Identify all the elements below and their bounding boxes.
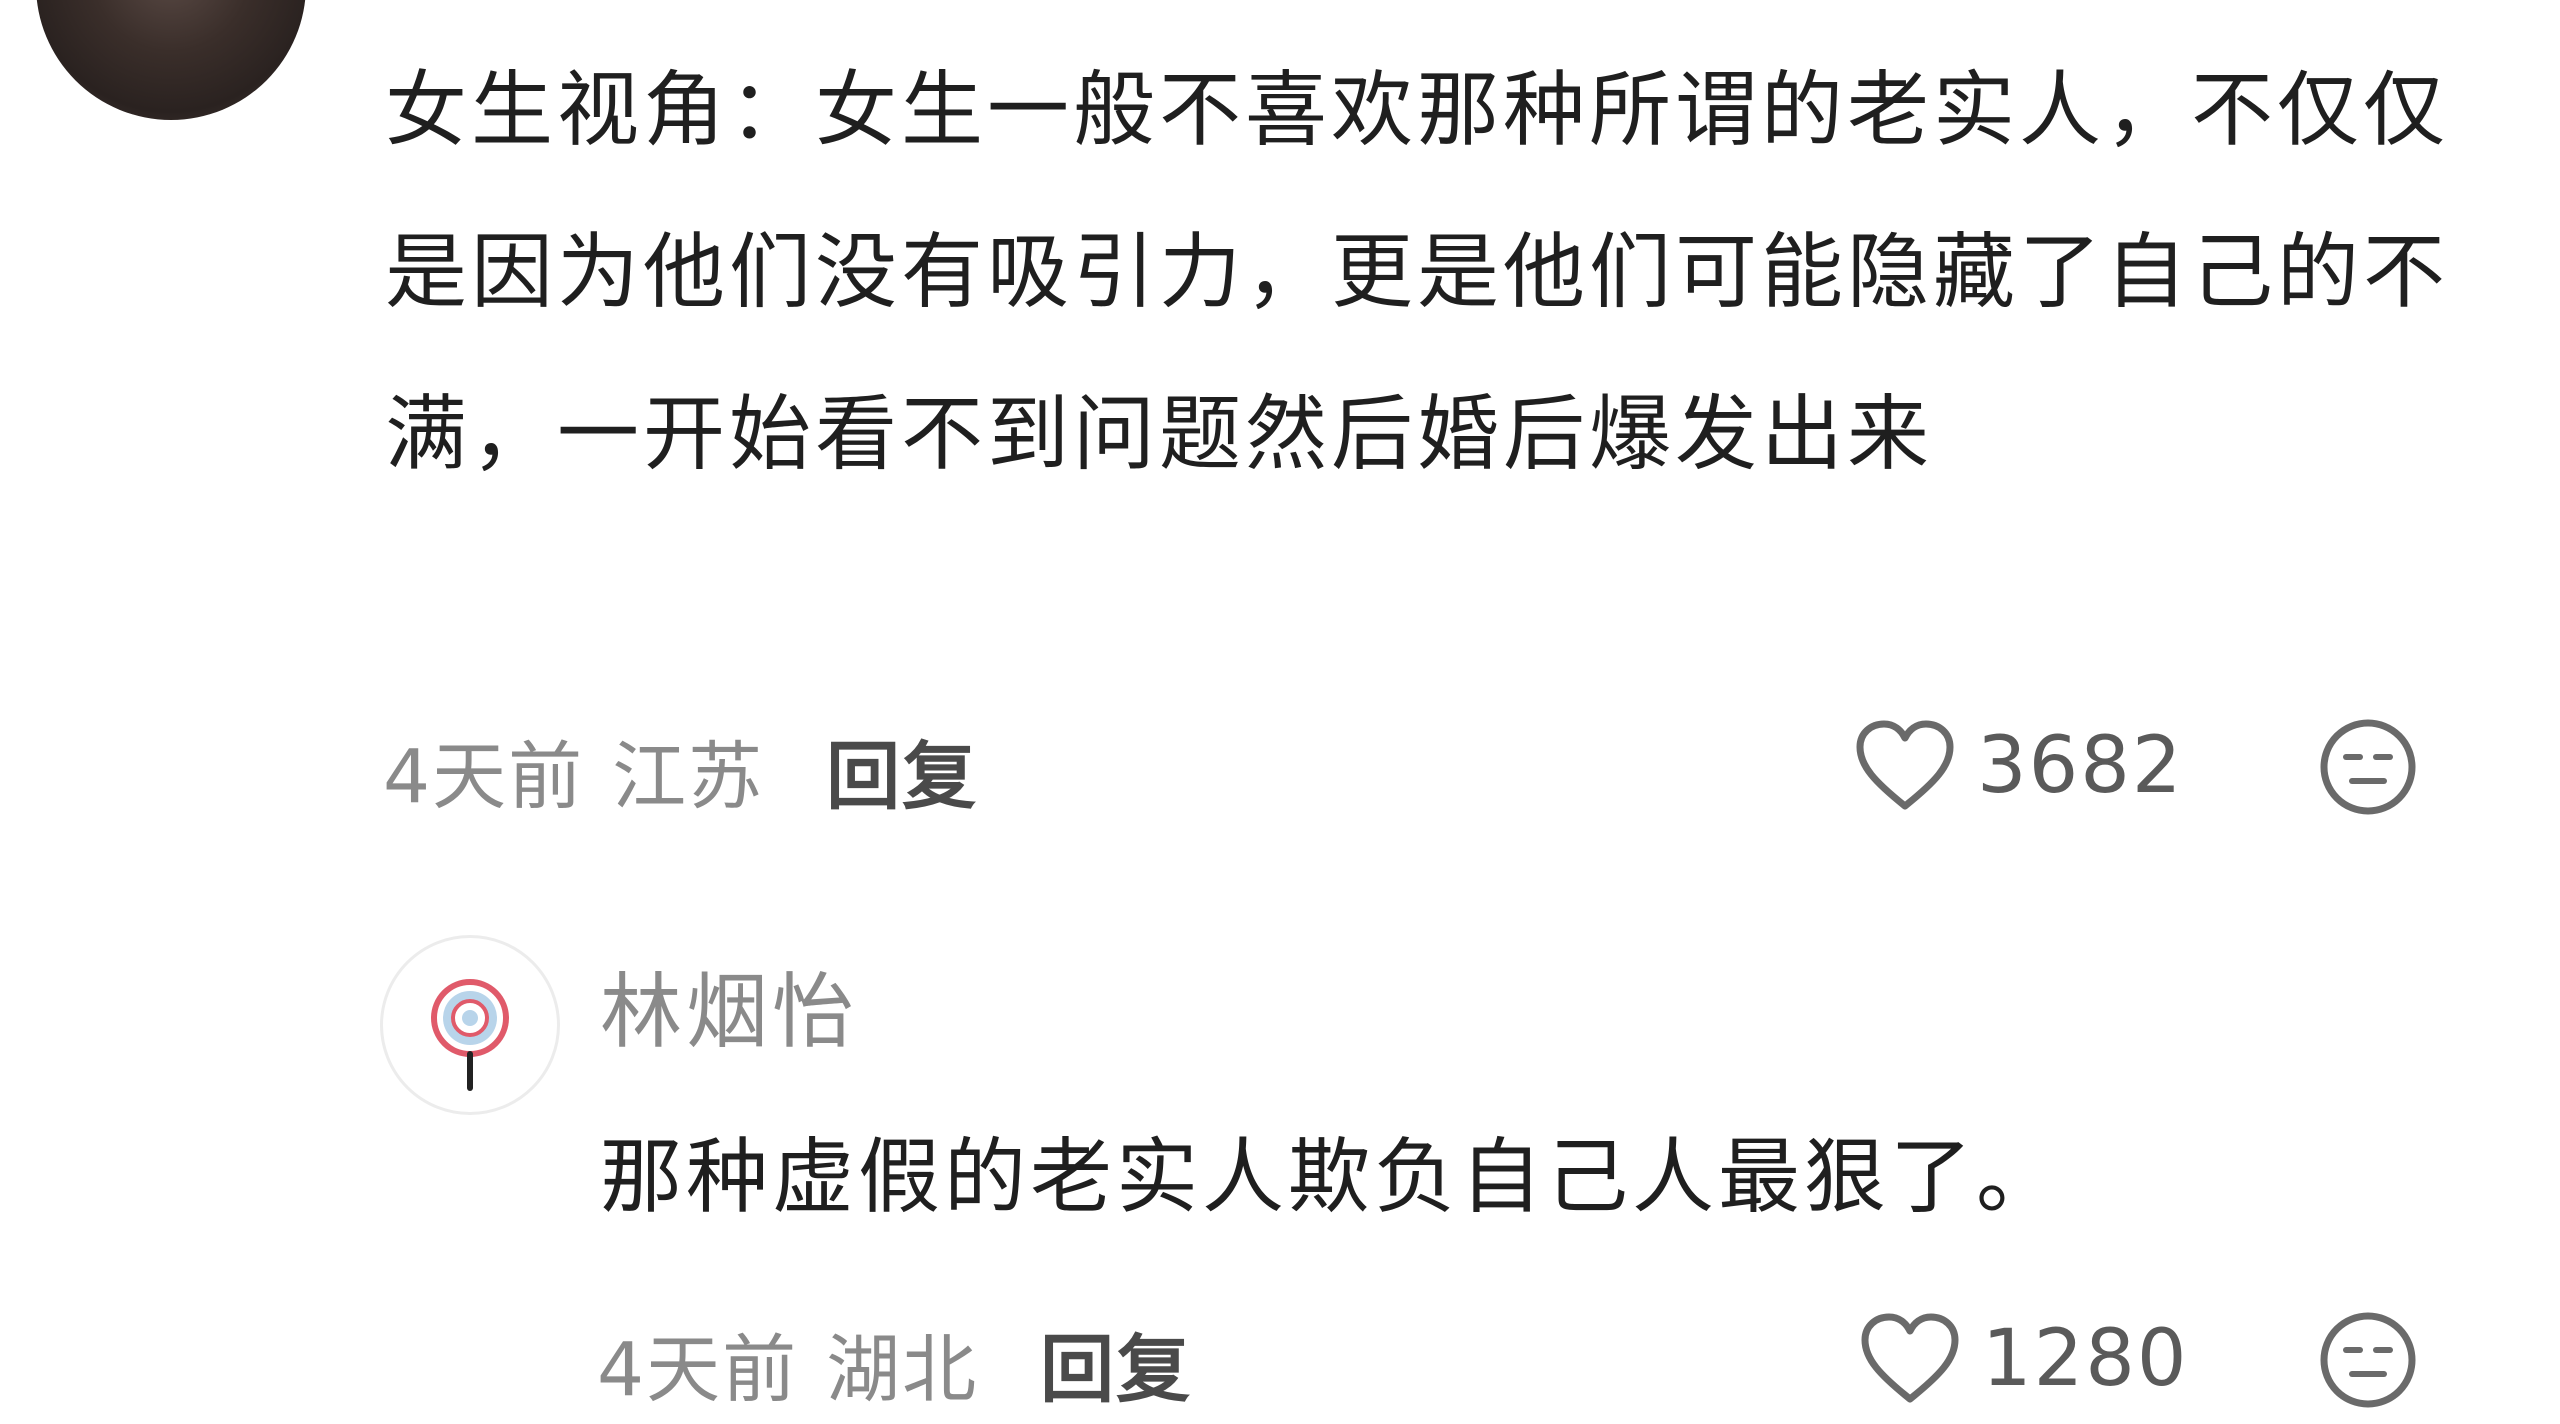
- reply-reply-button[interactable]: 回复: [1040, 1310, 1192, 1417]
- comment-text: 女生视角：女生一般不喜欢那种所谓的老实人，不仅仅是因为他们没有吸引力，更是他们可…: [385, 63, 2450, 482]
- reply-username[interactable]: 林烟怡: [600, 945, 858, 1064]
- like-count: 3682: [1977, 721, 2184, 811]
- heart-outline-icon: [1856, 720, 1954, 810]
- reply-location: 湖北: [826, 1326, 979, 1413]
- comment-meta: 4天前 江苏 回复: [383, 715, 978, 825]
- commenter-avatar[interactable]: [36, 0, 306, 120]
- reply-avatar[interactable]: [380, 935, 560, 1115]
- reply-text: 那种虚假的老实人欺负自己人最狠了。: [600, 1130, 2063, 1225]
- heart-outline-icon: [1861, 1313, 1959, 1403]
- comment-location: 江苏: [612, 733, 765, 820]
- reply-like-button[interactable]: 1280: [1860, 1313, 2189, 1405]
- neutral-face-icon: [2320, 1312, 2416, 1408]
- comment-time: 4天前: [383, 733, 585, 820]
- neutral-face-icon: [2320, 719, 2416, 815]
- reply-emoji-reaction-button[interactable]: [2318, 1310, 2418, 1414]
- lollipop-avatar-icon: [431, 979, 509, 1091]
- reply-like-count: 1280: [1982, 1314, 2189, 1404]
- reply-time: 4天前: [597, 1326, 799, 1413]
- reply-meta: 4天前 湖北 回复: [597, 1308, 1192, 1418]
- reply-button[interactable]: 回复: [826, 717, 978, 824]
- emoji-reaction-button[interactable]: [2318, 717, 2418, 821]
- like-button[interactable]: 3682: [1855, 720, 2184, 812]
